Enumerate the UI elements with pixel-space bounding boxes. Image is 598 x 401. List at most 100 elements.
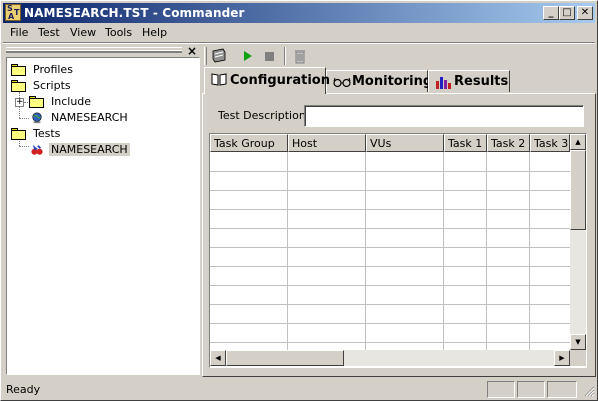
grid-row-line [210, 247, 570, 248]
tab-label: Configuration [230, 73, 330, 88]
maximize-icon: □ [562, 7, 572, 18]
column-header-task-group[interactable]: Task Group [210, 134, 288, 152]
menu-help-label: Help [142, 26, 168, 39]
tree-item-label: Scripts [33, 79, 71, 92]
grid-column-line [529, 152, 530, 352]
folder-icon [11, 128, 27, 140]
glasses-icon [333, 77, 351, 88]
stop-icon[interactable] [260, 47, 280, 65]
menu-test-label: Test [38, 26, 60, 39]
run-icon[interactable] [238, 47, 258, 65]
commander-window: S T A NAMESEARCH.TST - Commander _ □ ✕ F… [0, 0, 598, 401]
toolbar-grip[interactable] [204, 47, 207, 65]
menu-view[interactable]: View [70, 26, 96, 39]
column-header-task-2[interactable]: Task 2 [487, 134, 530, 152]
tab-control: Configuration Monitoring Results Test De… [202, 67, 596, 377]
grid-row-line [210, 171, 570, 172]
save-icon[interactable] [209, 47, 229, 65]
horizontal-scrollbar[interactable]: ◀ ▶ [210, 350, 570, 366]
grid-row-line [210, 342, 570, 343]
grid-column-line [287, 152, 288, 352]
maximize-button[interactable]: □ [559, 6, 575, 20]
menu-bar: File Test View Tools Help [3, 23, 595, 43]
menu-file[interactable]: File [10, 26, 28, 39]
folder-icon [29, 96, 45, 108]
grid-column-line [486, 152, 487, 352]
menu-tools[interactable]: Tools [105, 26, 132, 39]
app-icon-letter-t: T [14, 8, 20, 17]
grid-row-line [210, 190, 570, 191]
title-bar[interactable]: S T A NAMESEARCH.TST - Commander _ □ ✕ [3, 3, 595, 23]
column-header-host[interactable]: Host [288, 134, 366, 152]
scroll-right-icon[interactable]: ▶ [554, 350, 570, 366]
test-icon [31, 144, 43, 155]
status-panel [517, 381, 545, 398]
grid-row-line [210, 285, 570, 286]
grid-row-line [210, 266, 570, 267]
menu-file-label: File [10, 26, 29, 39]
book-icon [211, 73, 227, 86]
tree-connector [19, 146, 29, 147]
pane-grip-line [6, 50, 182, 53]
tree-connector [19, 118, 29, 119]
test-tree[interactable]: Profiles Scripts + Include NAMESEARCH Te… [6, 57, 200, 375]
scroll-down-icon[interactable]: ▼ [570, 334, 586, 350]
scroll-up-icon[interactable]: ▲ [570, 134, 586, 150]
tree-item-label: Include [51, 95, 92, 108]
menu-tools-label: Tools [105, 26, 133, 39]
tree-item-label: Profiles [33, 63, 73, 76]
tab-results[interactable]: Results [428, 70, 510, 92]
configuration-panel: Test Description Task Group Host VUs Tas… [202, 93, 596, 377]
close-button[interactable]: ✕ [577, 6, 593, 20]
tab-configuration[interactable]: Configuration [204, 67, 330, 94]
script-globe-icon [32, 112, 42, 124]
grid-row-line [210, 323, 570, 324]
vertical-scroll-thumb[interactable] [570, 150, 586, 230]
tab-label: Monitoring [352, 74, 433, 89]
minimize-icon: _ [548, 7, 554, 18]
menu-test[interactable]: Test [38, 26, 60, 39]
column-header-task-1[interactable]: Task 1 [444, 134, 487, 152]
scroll-left-icon[interactable]: ◀ [210, 350, 226, 366]
tab-monitoring[interactable]: Monitoring [326, 70, 432, 92]
tree-item-label: NAMESEARCH [49, 143, 130, 156]
app-icon: S T A [5, 4, 21, 21]
column-header-task-3[interactable]: Task 3 [530, 134, 570, 152]
resize-grip-icon[interactable] [583, 385, 595, 397]
grid-column-line [365, 152, 366, 352]
delete-icon[interactable] [290, 47, 310, 65]
column-header-vus[interactable]: VUs [366, 134, 444, 152]
bar-chart-icon [436, 77, 451, 89]
grid-row-line [210, 209, 570, 210]
grid-row-line [210, 304, 570, 305]
tree-connector [24, 102, 28, 103]
status-text: Ready [6, 383, 41, 396]
tab-label: Results [454, 74, 509, 89]
explorer-pane: × Profiles Scripts + Include NAMESEARCH … [4, 43, 200, 377]
status-panel [547, 381, 577, 398]
vertical-scrollbar[interactable]: ▲ ▼ [570, 134, 586, 350]
expand-include-icon[interactable]: + [15, 98, 24, 107]
close-icon: ✕ [580, 7, 590, 18]
status-panel [487, 381, 515, 398]
tree-item-label: Tests [33, 127, 61, 140]
horizontal-scroll-thumb[interactable] [226, 350, 344, 366]
window-title: NAMESEARCH.TST - Commander [24, 6, 245, 20]
minimize-button[interactable]: _ [543, 6, 559, 20]
menu-help[interactable]: Help [142, 26, 167, 39]
task-grid[interactable]: Task Group Host VUs Task 1 Task 2 Task 3 [209, 133, 587, 368]
app-icon-letter-a: A [8, 12, 15, 21]
folder-icon [11, 80, 27, 92]
scrollbar-corner [570, 350, 586, 366]
test-description-input[interactable] [304, 105, 584, 127]
grid-column-line [443, 152, 444, 352]
menu-view-label: View [70, 26, 97, 39]
grid-row-line [210, 228, 570, 229]
test-description-label: Test Description [218, 109, 306, 122]
toolbar [204, 45, 596, 67]
status-bar: Ready [3, 379, 597, 399]
toolbar-separator [284, 47, 286, 65]
folder-icon [11, 64, 27, 76]
pane-close-icon[interactable]: × [187, 44, 197, 58]
tree-item-label: NAMESEARCH [51, 111, 128, 124]
